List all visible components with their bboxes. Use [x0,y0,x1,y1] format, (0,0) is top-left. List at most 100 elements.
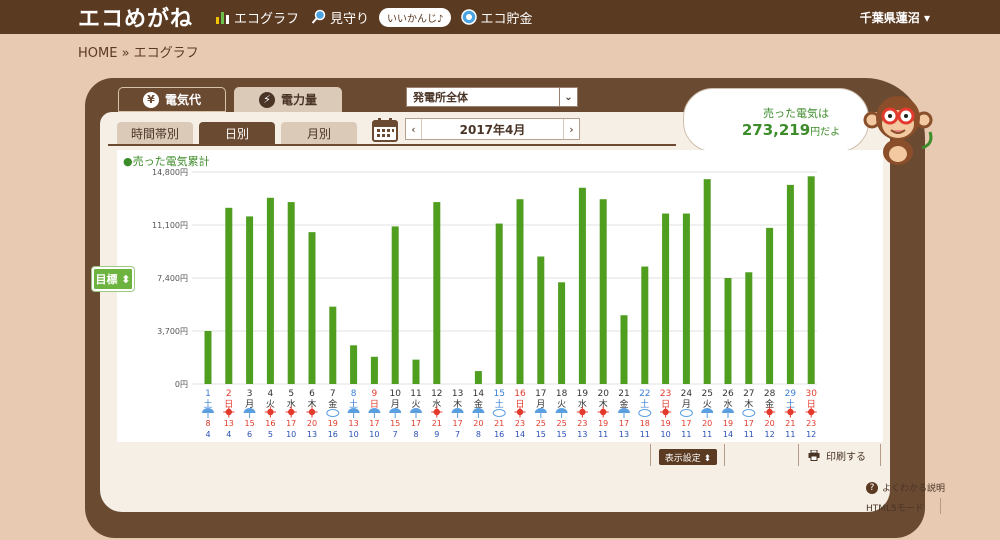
bar [495,223,503,384]
min-temp-label: 11 [785,430,795,439]
tab-monthly[interactable]: 月別 [281,122,357,144]
nav-eco-savings[interactable]: エコ貯金 [457,8,536,27]
plant-select[interactable]: 発電所全体 ⌄ [406,87,578,107]
max-temp-label: 17 [744,419,754,428]
divider [880,444,881,466]
max-temp-label: 8 [205,419,210,428]
min-temp-label: 5 [268,430,273,439]
x-day-label: 25 [701,389,712,399]
tab-energy-amount-label: 電力量 [280,93,317,107]
max-temp-label: 25 [536,419,546,428]
max-temp-label: 19 [723,419,733,428]
y-tick-label: 7,400円 [157,274,188,283]
display-settings-button[interactable]: 表示設定 ⬍ [659,449,717,465]
tab-electricity-cost[interactable]: ¥ 電気代 [118,87,226,112]
next-month-button[interactable]: › [563,119,579,139]
print-label: 印刷する [826,452,866,463]
sold-amount: 273,219円だよ [714,121,868,139]
max-temp-label: 15 [390,419,400,428]
max-temp-label: 17 [369,419,379,428]
x-day-label: 22 [639,389,650,399]
tab-hourly[interactable]: 時間帯別 [117,122,193,144]
bar [537,256,545,384]
bar [807,176,815,384]
x-day-label: 23 [660,389,671,399]
min-temp-label: 11 [681,430,691,439]
x-day-label: 29 [785,389,797,399]
min-temp-label: 11 [744,430,754,439]
max-temp-label: 23 [806,419,816,428]
x-weekday-label: 土 [495,398,504,410]
min-temp-label: 6 [247,430,252,439]
nav-eco-savings-label: エコ貯金 [480,11,533,27]
sold-electricity-bubble: 売った電気は 273,219円だよ [683,88,869,152]
prev-month-button[interactable]: ‹ [406,119,422,139]
x-day-label: 10 [389,389,401,399]
bar [745,272,753,384]
html5-mode-link[interactable]: HTML5モード [866,501,924,514]
help-link[interactable]: ? よくわかる説明 [866,481,945,494]
min-temp-label: 7 [393,430,398,439]
print-button[interactable]: 印刷する [808,448,866,463]
bar [329,306,337,384]
month-navigator: ‹ 2017年4月 › [405,118,580,140]
bar [474,371,482,384]
min-temp-label: 13 [619,430,629,439]
nav-eco-graph[interactable]: エコグラフ [211,8,303,27]
bar [578,187,586,384]
divider [650,444,651,466]
max-temp-label: 25 [557,419,567,428]
cloud-icon [492,409,506,417]
min-temp-label: 12 [765,430,775,439]
nav-mimamori[interactable]: 見守り [307,8,373,27]
divider [724,444,725,466]
max-temp-label: 20 [765,419,775,428]
tab-daily[interactable]: 日別 [199,122,275,144]
cloud-icon [638,409,652,417]
x-day-label: 15 [493,389,504,399]
bar [786,184,794,384]
question-icon: ? [866,481,878,494]
tab-underline [108,144,676,146]
bar-chart-icon [216,12,230,24]
min-temp-label: 11 [702,430,712,439]
max-temp-label: 19 [661,419,671,428]
bar [350,345,358,384]
max-temp-label: 20 [702,419,712,428]
x-weekday-label: 金 [328,398,337,410]
max-temp-label: 17 [286,419,296,428]
bar [620,315,628,384]
app-logo[interactable]: エコめがね [78,1,193,33]
min-temp-label: 16 [494,430,504,439]
x-day-label: 20 [597,389,609,399]
x-day-label: 16 [514,389,526,399]
region-selector[interactable]: 千葉県蓮沼 ▾ [860,9,930,26]
bar [308,232,316,384]
x-day-label: 28 [764,389,776,399]
min-temp-label: 14 [515,430,525,439]
bar [433,202,441,384]
y-tick-label: 3,700円 [157,327,188,336]
chevron-down-icon: ⌄ [559,88,577,106]
max-temp-label: 13 [349,419,359,428]
min-temp-label: 10 [661,430,671,439]
x-weekday-label: 月 [682,399,691,410]
max-temp-label: 17 [619,419,629,428]
min-temp-label: 16 [328,430,338,439]
x-day-label: 3 [247,389,253,399]
min-temp-label: 7 [455,430,460,439]
cloud-icon [679,409,693,417]
min-temp-label: 9 [434,430,439,439]
tab-energy-amount[interactable]: ⚡ 電力量 [234,87,342,112]
x-day-label: 27 [743,389,754,399]
x-day-label: 2 [226,389,232,399]
printer-icon [808,450,820,461]
x-weekday-label: 木 [744,398,753,410]
bar [225,207,233,384]
divider [798,444,799,466]
tab-electricity-cost-label: 電気代 [164,93,201,107]
max-temp-label: 21 [494,419,504,428]
min-temp-label: 8 [476,430,481,439]
x-day-label: 8 [351,389,357,399]
calendar-icon[interactable] [372,118,398,142]
